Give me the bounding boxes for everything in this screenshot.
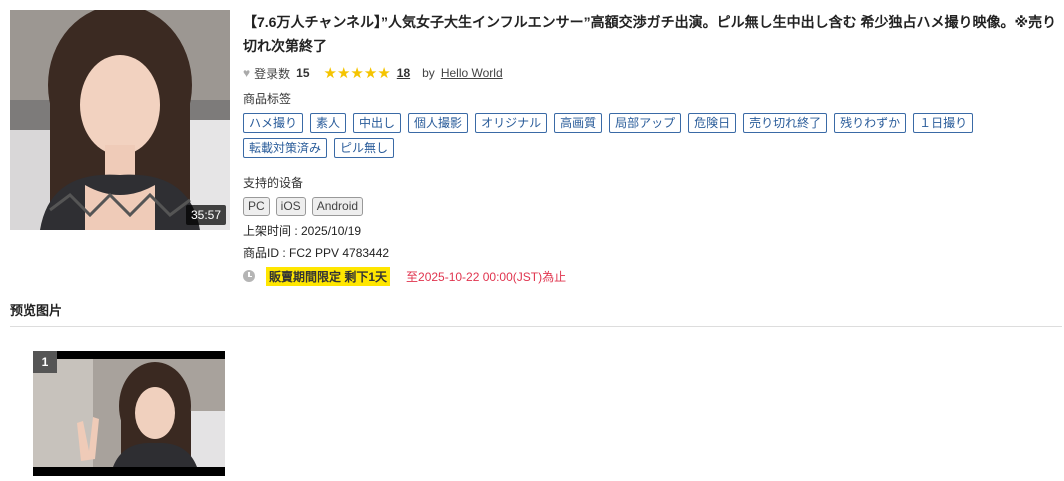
sale-until: 至2025-10-22 00:00(JST)為止: [406, 269, 567, 284]
favorites-label: 登录数: [254, 66, 291, 81]
tag-link[interactable]: ハメ撮り: [243, 113, 304, 133]
star-icon: ★: [350, 65, 364, 82]
product-id: 商品ID : FC2 PPV 4783442: [243, 246, 390, 260]
divider: [10, 326, 1062, 327]
duration-badge: 35:57: [185, 205, 226, 225]
tag-link[interactable]: ピル無し: [334, 138, 395, 158]
tag-link[interactable]: 個人撮影: [408, 113, 469, 133]
star-icon: ★: [336, 65, 351, 82]
device-list: PC iOS Android: [243, 197, 1058, 216]
sale-row: 販賣期間限定 剩下1天 至2025-10-22 00:00(JST)為止: [243, 266, 1058, 286]
thumbnail-image: [10, 10, 230, 230]
meta-row: ♥ 登录数 15 ★★★★★ 18 by Hello World: [243, 63, 1058, 83]
heart-icon[interactable]: ♥: [243, 66, 250, 80]
clock-icon: [243, 270, 255, 282]
review-count-link[interactable]: 18: [397, 66, 410, 80]
tag-link[interactable]: 転載対策済み: [243, 138, 328, 158]
star-icon: ★: [363, 65, 378, 82]
star-icon: ★: [377, 65, 391, 82]
release-date: 上架时间 : 2025/10/19: [243, 224, 362, 238]
rating-stars: ★★★★★: [324, 64, 391, 82]
tag-link[interactable]: 局部アップ: [609, 113, 682, 133]
tag-link[interactable]: 売り切れ終了: [743, 113, 828, 133]
by-label: by: [422, 66, 435, 80]
favorites-count: 15: [296, 66, 310, 80]
tag-link[interactable]: 素人: [310, 113, 347, 133]
preview-title: 预览图片: [10, 303, 63, 318]
device-badge: PC: [243, 197, 270, 216]
device-badge: Android: [311, 197, 364, 216]
product-title: 【7.6万人チャンネル】”人気女子大生インフルエンサー”高額交渉ガチ出演。ピル無…: [243, 14, 1057, 54]
tag-link[interactable]: 危険日: [688, 113, 737, 133]
tag-link[interactable]: 高画質: [554, 113, 603, 133]
tag-link[interactable]: 中出し: [353, 113, 402, 133]
tag-link[interactable]: オリジナル: [475, 113, 548, 133]
tag-list: ハメ撮り 素人 中出し 個人撮影 オリジナル 高画質 局部アップ 危険日 売り切れ終了 残りわずか…: [243, 113, 1058, 158]
preview-image[interactable]: 1: [33, 351, 225, 476]
sale-badge: 販賣期間限定 剩下1天: [266, 266, 391, 286]
tags-label: 商品标签: [243, 92, 292, 106]
product-thumbnail[interactable]: 35:57: [10, 10, 230, 230]
tag-link[interactable]: 残りわずか: [834, 113, 907, 133]
tag-link[interactable]: １日撮り: [913, 113, 974, 133]
devices-label: 支持的设备: [243, 176, 304, 190]
star-icon: ★: [323, 65, 337, 82]
device-badge: iOS: [275, 197, 306, 216]
preview-number-badge: 1: [33, 351, 57, 373]
product-info: 【7.6万人チャンネル】”人気女子大生インフルエンサー”高額交渉ガチ出演。ピル無…: [243, 10, 1058, 286]
author-link[interactable]: Hello World: [441, 66, 503, 80]
preview-image-graphic: [33, 351, 225, 476]
